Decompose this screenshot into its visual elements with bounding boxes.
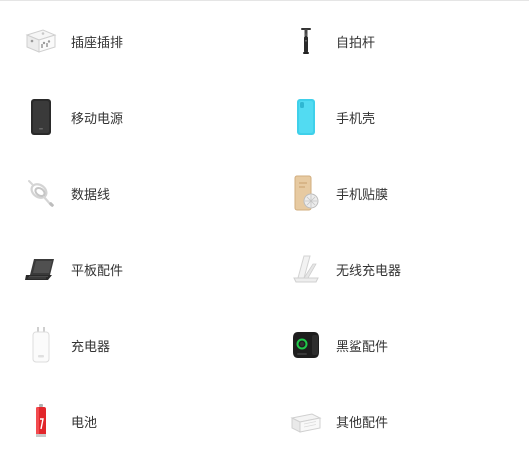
selfie-stick-icon xyxy=(284,19,328,63)
charger-icon xyxy=(19,323,63,367)
other-accessories-icon xyxy=(284,399,328,443)
power-bank-icon xyxy=(19,95,63,139)
category-label: 充电器 xyxy=(71,339,111,355)
power-strip-icon xyxy=(19,19,63,63)
category-item-other-accessories[interactable]: 其他配件 xyxy=(265,383,529,458)
accessory-category-page: 插座插排 自拍杆 移动电源 手机壳 数据线 手机贴膜 平板配件 无线充电器 充电… xyxy=(0,0,529,458)
battery-icon xyxy=(19,399,63,443)
category-item-tablet-accessories[interactable]: 平板配件 xyxy=(0,231,265,307)
category-item-data-cable[interactable]: 数据线 xyxy=(0,155,265,231)
category-item-screen-protector[interactable]: 手机贴膜 xyxy=(265,155,529,231)
category-item-power-bank[interactable]: 移动电源 xyxy=(0,79,265,155)
data-cable-icon xyxy=(19,171,63,215)
category-label: 数据线 xyxy=(71,187,111,203)
category-label: 自拍杆 xyxy=(336,35,376,51)
category-label: 平板配件 xyxy=(71,263,124,279)
phone-case-icon xyxy=(284,95,328,139)
category-label: 插座插排 xyxy=(71,35,124,51)
category-item-power-strip[interactable]: 插座插排 xyxy=(0,3,265,79)
category-label: 移动电源 xyxy=(71,111,124,127)
category-label: 其他配件 xyxy=(336,415,389,431)
category-item-black-shark-accessories[interactable]: 黑鲨配件 xyxy=(265,307,529,383)
category-label: 电池 xyxy=(71,415,98,431)
category-grid: 插座插排 自拍杆 移动电源 手机壳 数据线 手机贴膜 平板配件 无线充电器 充电… xyxy=(0,3,529,458)
category-label: 无线充电器 xyxy=(336,263,402,279)
tablet-keyboard-icon xyxy=(19,247,63,291)
category-item-selfie-stick[interactable]: 自拍杆 xyxy=(265,3,529,79)
category-item-phone-case[interactable]: 手机壳 xyxy=(265,79,529,155)
category-label: 黑鲨配件 xyxy=(336,339,389,355)
category-item-battery[interactable]: 电池 xyxy=(0,383,265,458)
wireless-charger-icon xyxy=(284,247,328,291)
screen-protector-icon xyxy=(284,171,328,215)
category-label: 手机壳 xyxy=(336,111,376,127)
category-label: 手机贴膜 xyxy=(336,187,389,203)
category-item-wireless-charger[interactable]: 无线充电器 xyxy=(265,231,529,307)
category-item-charger[interactable]: 充电器 xyxy=(0,307,265,383)
gamepad-icon xyxy=(284,323,328,367)
